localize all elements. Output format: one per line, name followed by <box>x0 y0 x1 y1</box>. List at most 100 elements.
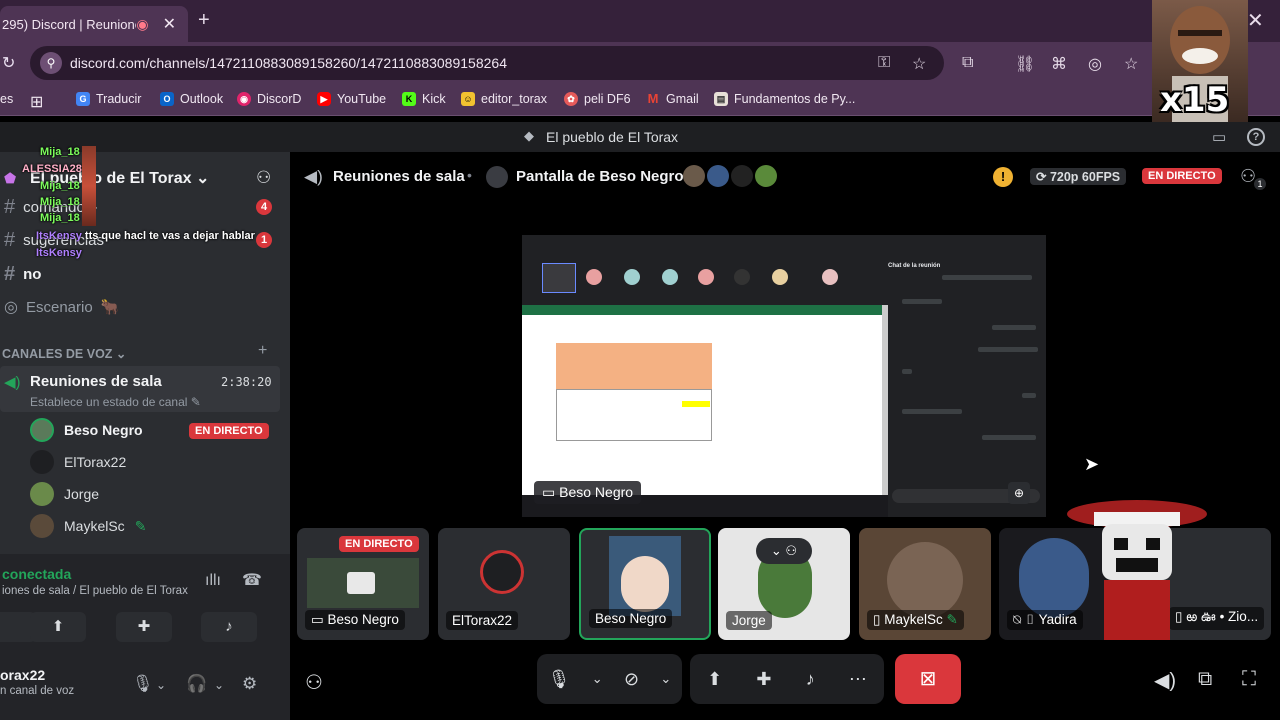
voice-connected-status[interactable]: conectada <box>2 566 71 582</box>
soundboard-icon[interactable]: ♪ <box>806 669 815 690</box>
window-close-icon[interactable]: ✕ <box>1247 8 1264 33</box>
participant-tile[interactable]: ▯ MaykelSc ✎ <box>859 528 991 640</box>
site-info-icon[interactable]: ⚲ <box>40 52 62 74</box>
pop-out-icon[interactable]: ⧉ <box>1198 668 1212 691</box>
participant-tile[interactable]: ⌄ ⚇ Jorge <box>718 528 850 640</box>
avatar <box>30 514 54 538</box>
settings-gear-icon[interactable]: ⚙ <box>242 674 257 694</box>
link-icon[interactable]: ⛓ <box>1015 54 1035 74</box>
bookmark-apps[interactable]: es <box>0 92 13 106</box>
bookmark-youtube[interactable]: ▶ YouTube <box>317 92 386 106</box>
voice-channel-icon: ◀) <box>304 167 323 186</box>
chevron-down-icon[interactable]: ⌄ <box>660 671 671 687</box>
meeting-tile <box>542 263 576 293</box>
camera-off-icon[interactable]: ⊘ <box>624 669 639 690</box>
username[interactable]: orax22 <box>0 667 45 683</box>
channel-escenario[interactable]: ◎ Escenario 🐂 <box>4 297 119 317</box>
chevron-down-icon[interactable]: ⌄ <box>214 678 224 692</box>
bookmark-discord[interactable]: ◉ DiscorD <box>237 92 301 106</box>
activities-icon: ✚ <box>137 618 151 635</box>
warning-icon[interactable]: ! <box>993 167 1013 187</box>
meeting-avatar <box>662 269 678 285</box>
invite-icon[interactable]: ⚇ <box>305 670 323 695</box>
noise-suppression-icon[interactable]: ıllı <box>205 572 221 590</box>
participant-name: ▯ MaykelSc ✎ <box>867 610 964 630</box>
bookmark-gmail[interactable]: M Gmail <box>646 92 699 107</box>
bookmark-traducir[interactable]: G Traducir <box>76 92 141 106</box>
shared-screen[interactable]: Chat de la reunión <box>522 235 1046 517</box>
avatar <box>30 482 54 506</box>
voice-connected-location[interactable]: iones de sala / El pueblo de El Torax <box>2 585 188 597</box>
voice-member[interactable]: MaykelSc ✎ <box>30 514 146 538</box>
phone-icon: ▯ <box>873 612 881 627</box>
voice-member[interactable]: Jorge <box>30 482 99 506</box>
translate-icon[interactable]: ⌘ <box>1051 54 1067 74</box>
tab-close-icon[interactable]: ✕ <box>163 14 176 34</box>
overlay-chat-user: Mija_18 <box>40 180 80 192</box>
soundboard-button[interactable]: ♪ <box>201 612 257 642</box>
bookmark-editor-torax[interactable]: ☺ editor_torax <box>461 92 547 106</box>
tab-title: 295) Discord | Reuniones <box>2 16 137 32</box>
phone-icon: ▯ <box>1024 612 1036 627</box>
channel-no[interactable]: # no <box>4 263 41 286</box>
microphone-icon[interactable]: 🎙 <box>548 669 571 690</box>
user-status: n canal de voz <box>0 685 75 697</box>
voice-member[interactable]: ElTorax22 <box>30 450 126 474</box>
headphones-icon[interactable]: 🎧 <box>186 674 207 694</box>
voice-channels-header[interactable]: CANALES DE VOZ ⌄ <box>2 346 126 361</box>
mouse-cursor-icon: ➤ <box>1084 454 1100 474</box>
extensions-icon[interactable]: ⧉ <box>962 54 973 72</box>
bookmark-fundamentos[interactable]: ▤ Fundamentos de Py... <box>714 92 855 106</box>
inbox-icon[interactable]: ▭ <box>1212 128 1226 146</box>
fullscreen-icon[interactable]: ⛶ <box>1242 668 1256 691</box>
overlay-chat-user: ItsKensy <box>36 247 82 259</box>
voice-member[interactable]: Beso Negro <box>30 418 143 442</box>
participant-tile[interactable]: ElTorax22 <box>438 528 570 640</box>
apps-grid-icon[interactable]: ⊞ <box>30 92 43 112</box>
key-icon[interactable]: ⚿ <box>878 54 890 72</box>
meeting-avatar <box>586 269 602 285</box>
url-text[interactable]: discord.com/channels/1472110883089158260… <box>70 55 507 71</box>
more-options-icon[interactable]: ⋯ <box>849 669 867 690</box>
stream-title: Pantalla de Beso Negro <box>516 168 684 185</box>
chat-bubble <box>902 299 942 304</box>
participant-tile[interactable]: EN DIRECTO ▭ Beso Negro <box>297 528 429 640</box>
volume-icon[interactable]: ◀) <box>1154 668 1176 693</box>
camera-icon[interactable]: ◎ <box>1088 54 1102 74</box>
activities-icon[interactable]: ✚ <box>756 669 771 690</box>
share-screen-icon[interactable]: ⬆ <box>707 669 722 690</box>
stream-quality[interactable]: ⟳ 720p 60FPS <box>1030 168 1127 185</box>
help-icon[interactable]: ? <box>1247 128 1265 146</box>
avatar <box>30 450 54 474</box>
stage-channel-icon: ◎ <box>4 299 18 316</box>
chevron-down-icon[interactable]: ⌄ <box>156 678 166 692</box>
bookmark-kick[interactable]: K Kick <box>402 92 446 106</box>
participant-tile-speaking[interactable]: Beso Negro <box>579 528 711 640</box>
server-small-icon: ◆ <box>524 128 534 143</box>
zoom-icon[interactable]: ⊕ <box>1008 482 1030 504</box>
avatar <box>30 418 54 442</box>
share-screen-button[interactable]: ⬆ <box>30 612 86 642</box>
avatar <box>887 542 963 618</box>
bookmark-peli-df6[interactable]: ✿ peli DF6 <box>564 92 631 106</box>
new-tab-icon[interactable]: + <box>198 9 210 32</box>
browser-tab[interactable]: 295) Discord | Reuniones ◉ ✕ <box>0 6 188 42</box>
text-channel-icon: # <box>4 229 16 251</box>
add-channel-icon[interactable]: + <box>258 342 267 360</box>
disconnect-icon[interactable]: ☎ <box>242 570 262 590</box>
chevron-down-icon[interactable]: ⌄ <box>592 671 603 687</box>
reload-icon[interactable]: ↻ <box>2 53 15 73</box>
text-channel-icon: # <box>4 263 16 285</box>
server-boost-icon: ⬟ <box>4 170 17 186</box>
set-channel-status[interactable]: Establece un estado de canal ✎ <box>30 395 201 409</box>
end-call-button[interactable]: ⊠ <box>895 654 961 704</box>
activities-button[interactable]: ✚ <box>116 612 172 642</box>
star-icon[interactable]: ☆ <box>912 54 926 74</box>
follow-stream-button[interactable]: ⌄ ⚇ <box>756 538 812 564</box>
bookmark-star-icon[interactable]: ☆ <box>1124 54 1138 74</box>
invite-user-icon[interactable]: ⚇ <box>256 168 271 188</box>
mic-control-group: 🎙 ⌄ ⊘ ⌄ <box>537 654 682 704</box>
microphone-icon[interactable]: 🎙 <box>132 674 154 694</box>
bookmark-outlook[interactable]: O Outlook <box>160 92 223 106</box>
viewer-avatars[interactable] <box>683 165 777 187</box>
